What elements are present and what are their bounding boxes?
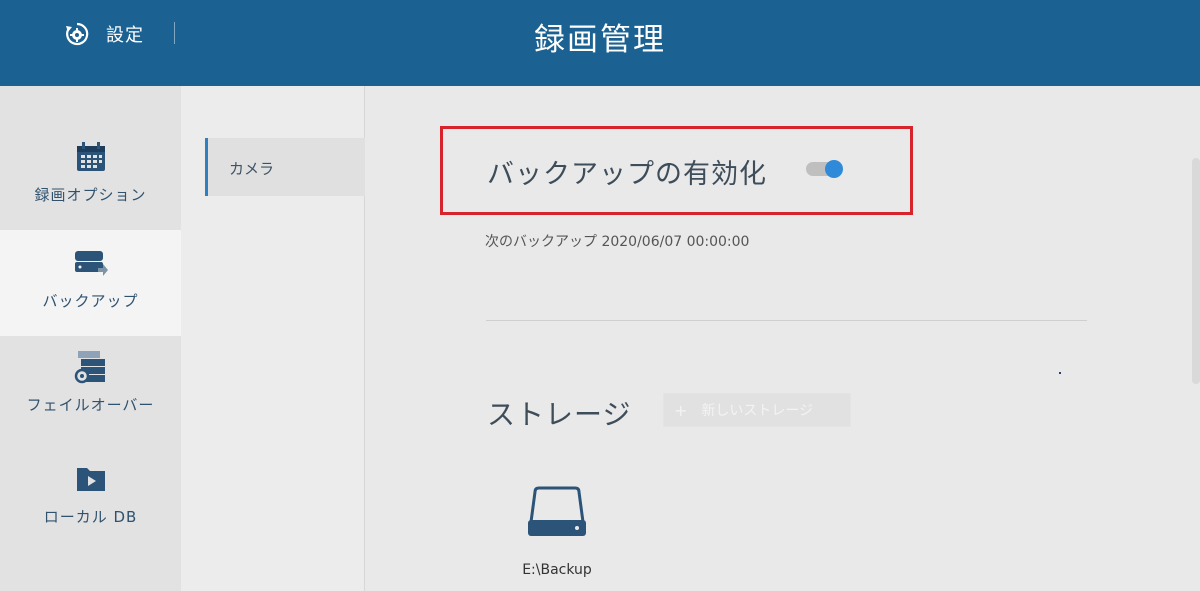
stray-dot [1059, 372, 1061, 374]
sidebar-item-backup[interactable]: バックアップ [0, 230, 181, 336]
drive-transfer-icon [74, 251, 108, 276]
new-storage-button[interactable]: + 新しいストレージ [663, 393, 851, 427]
backup-enable-toggle[interactable] [806, 160, 843, 178]
sidebar-nav: 録画オプション バックアップ フェイルオーバー ローカル DB [0, 86, 181, 591]
hard-drive-icon [528, 486, 586, 536]
main-content: バックアップの有効化 次のバックアップ 2020/06/07 00:00:00 … [365, 86, 1200, 591]
subnav-item-label: カメラ [229, 160, 275, 178]
plus-icon: + [674, 400, 688, 420]
section-divider [486, 320, 1087, 321]
sub-nav: カメラ [181, 86, 365, 591]
folder-play-icon [76, 468, 105, 491]
sidebar-item-label: バックアップ [42, 292, 139, 310]
sidebar-item-failover[interactable]: フェイルオーバー [0, 336, 181, 442]
scrollbar[interactable] [1192, 158, 1200, 384]
page-title: 録画管理 [534, 22, 666, 58]
new-storage-label: 新しいストレージ [701, 403, 814, 419]
subnav-item-camera[interactable]: カメラ [205, 138, 365, 196]
app-header: 設定 録画管理 [0, 0, 1200, 86]
sidebar-item-label: ローカル DB [43, 508, 138, 526]
toggle-knob [825, 160, 843, 178]
next-backup-text: 次のバックアップ 2020/06/07 00:00:00 [485, 234, 750, 250]
storage-label: E:\Backup [522, 562, 592, 578]
sidebar-item-local-db[interactable]: ローカル DB [0, 442, 181, 548]
sidebar-item-label: フェイルオーバー [26, 396, 155, 414]
sidebar-item-recording-options[interactable]: 録画オプション [0, 122, 181, 230]
backup-enable-label: バックアップの有効化 [487, 159, 767, 190]
sidebar-item-label: 録画オプション [34, 186, 147, 204]
storage-title: ストレージ [487, 398, 632, 431]
storage-item[interactable]: E:\Backup [515, 486, 599, 586]
calendar-icon [76, 142, 105, 171]
server-failover-icon [74, 351, 105, 384]
